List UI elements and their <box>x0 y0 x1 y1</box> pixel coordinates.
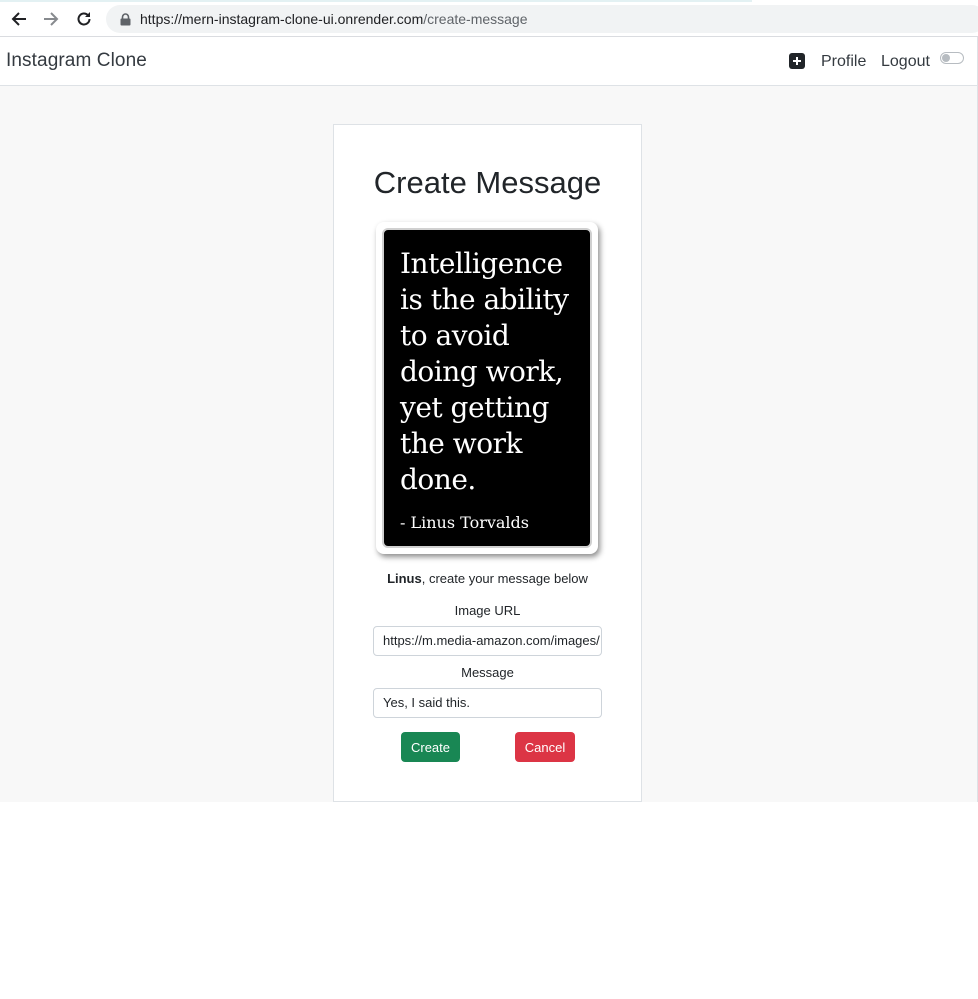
message-label: Message <box>461 665 514 680</box>
brand-title[interactable]: Instagram Clone <box>6 50 147 72</box>
toggle-knob <box>942 54 950 62</box>
message-input[interactable]: Yes, I said this. <box>373 688 602 718</box>
create-message-card: Create Message Intelligence is the abili… <box>333 124 642 802</box>
url-text: https://mern-instagram-clone-ui.onrender… <box>140 11 528 27</box>
forward-button[interactable] <box>38 6 64 32</box>
address-bar[interactable]: https://mern-instagram-clone-ui.onrender… <box>106 5 978 33</box>
greeting-rest: , create your message below <box>421 571 588 586</box>
reload-icon <box>77 12 91 26</box>
quote-text: Intelligence is the ability to avoid doi… <box>400 247 569 496</box>
logout-link[interactable]: Logout <box>881 53 930 71</box>
arrow-right-icon <box>44 12 59 26</box>
url-host: https://mern-instagram-clone-ui.onrender… <box>140 11 424 27</box>
cancel-button[interactable]: Cancel <box>515 732 575 762</box>
theme-toggle[interactable] <box>940 52 964 64</box>
back-button[interactable] <box>6 6 32 32</box>
plus-square-icon[interactable] <box>789 53 805 69</box>
app-navbar: Instagram Clone Profile Logout <box>0 37 978 86</box>
page-title: Create Message <box>373 165 602 200</box>
quote-author: - Linus Torvalds <box>400 513 529 532</box>
create-button[interactable]: Create <box>401 732 460 762</box>
username: Linus <box>387 571 422 586</box>
image-url-input[interactable]: https://m.media-amazon.com/images/ <box>373 626 602 656</box>
quote-image-frame: Intelligence is the ability to avoid doi… <box>382 228 592 548</box>
profile-link[interactable]: Profile <box>821 53 866 71</box>
message-image-preview: Intelligence is the ability to avoid doi… <box>376 222 598 554</box>
url-path: /create-message <box>423 11 528 27</box>
page-load-progress <box>0 0 752 2</box>
greeting-text: Linus, create your message below <box>334 571 641 586</box>
image-url-label: Image URL <box>454 603 521 618</box>
arrow-left-icon <box>11 12 26 26</box>
lock-icon <box>118 12 132 26</box>
browser-toolbar: https://mern-instagram-clone-ui.onrender… <box>0 0 978 37</box>
reload-button[interactable] <box>71 6 97 32</box>
